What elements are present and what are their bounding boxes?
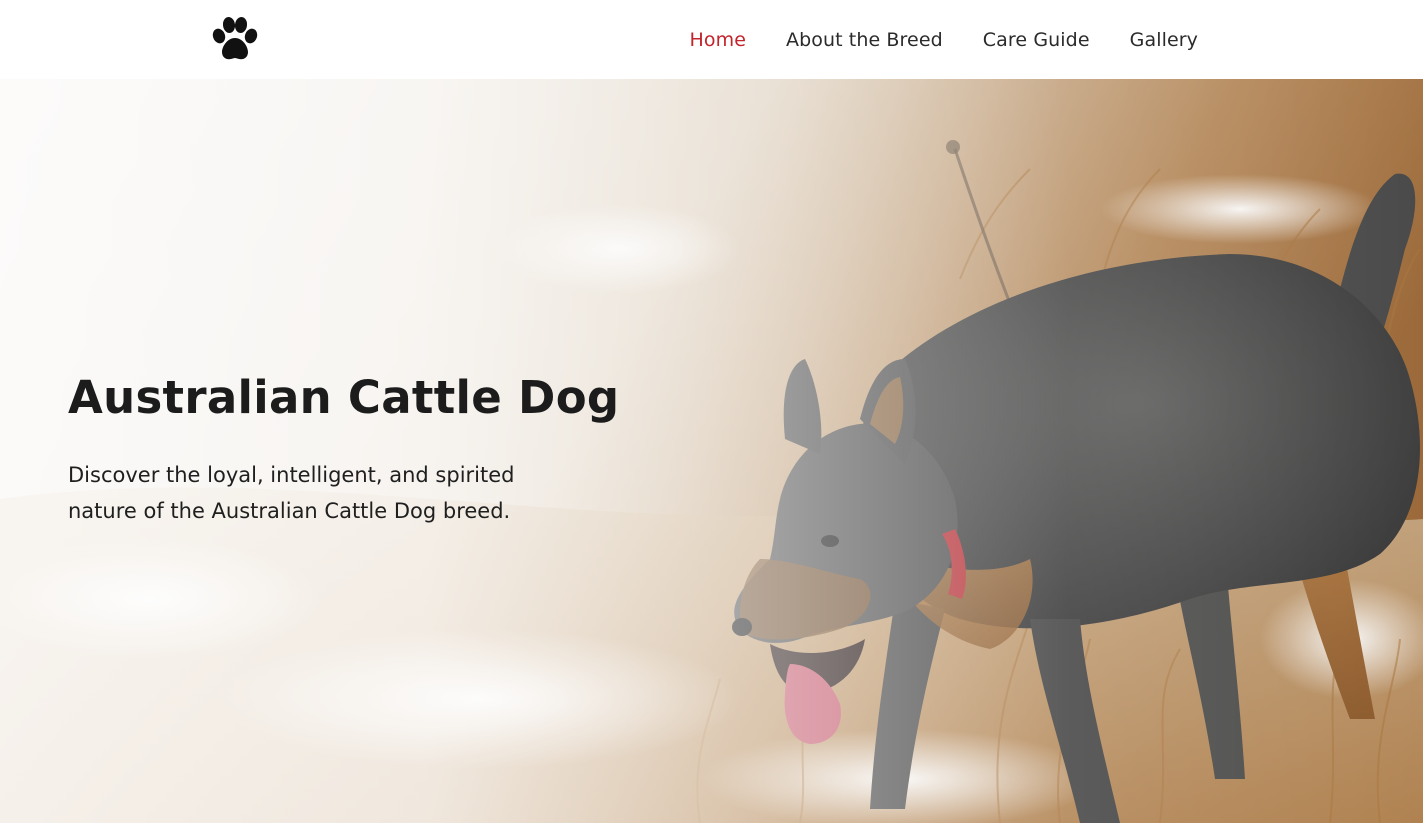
main-navigation: Home About the Breed Care Guide Gallery: [689, 0, 1198, 79]
hero-title: Australian Cattle Dog: [68, 371, 620, 424]
hero-content: Australian Cattle Dog Discover the loyal…: [68, 369, 688, 529]
nav-link-home[interactable]: Home: [689, 29, 746, 51]
site-header: Home About the Breed Care Guide Gallery: [0, 0, 1423, 79]
hero-section: Australian Cattle Dog Discover the loyal…: [0, 79, 1423, 823]
nav-link-gallery[interactable]: Gallery: [1130, 29, 1198, 51]
hero-subtitle: Discover the loyal, intelligent, and spi…: [68, 463, 515, 523]
paw-print-logo-icon[interactable]: [210, 16, 260, 62]
nav-link-care-guide[interactable]: Care Guide: [983, 29, 1090, 51]
nav-link-about-the-breed[interactable]: About the Breed: [786, 29, 943, 51]
